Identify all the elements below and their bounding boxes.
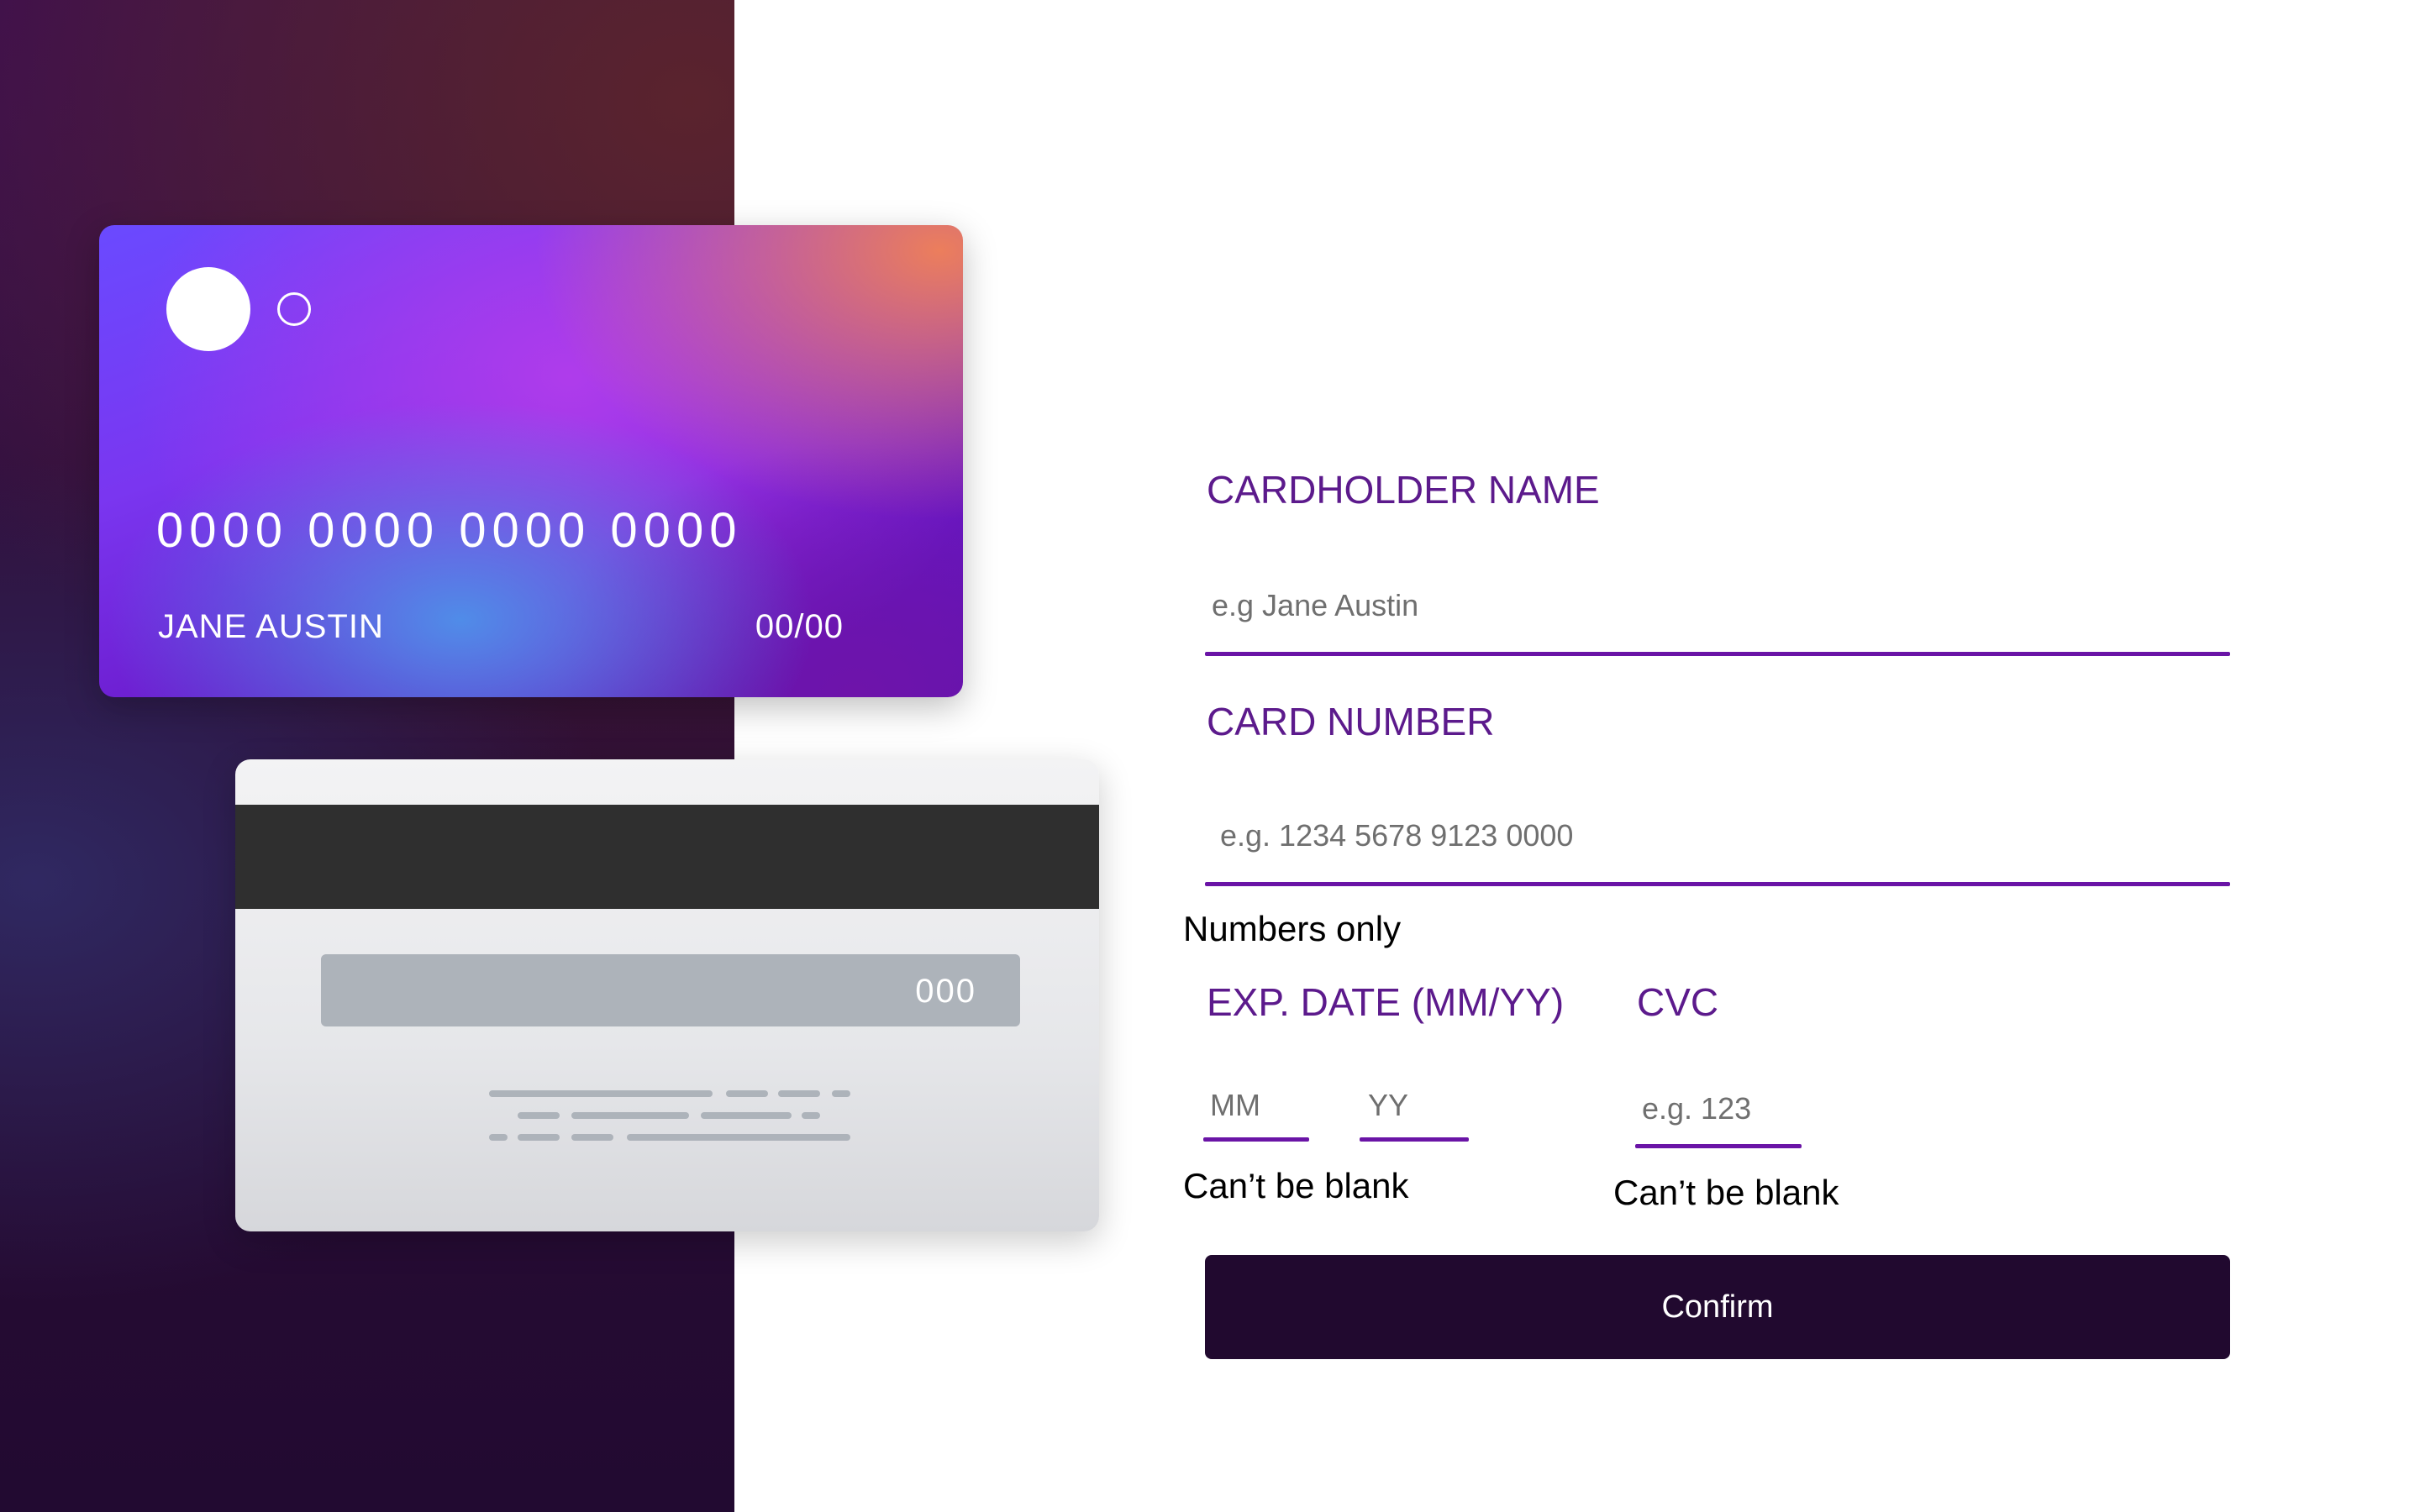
cvc-input[interactable] xyxy=(1642,1089,1793,1129)
card-logo-outline-circle xyxy=(277,292,311,326)
card-back-pattern-line xyxy=(701,1112,792,1119)
magnetic-stripe xyxy=(235,805,1099,909)
card-back-pattern-line xyxy=(489,1090,713,1097)
card-back-pattern-line xyxy=(571,1134,613,1141)
card-back-pattern-line xyxy=(802,1112,820,1119)
cardholder-name-underline xyxy=(1205,652,2230,656)
card-logo-filled-circle xyxy=(166,267,250,351)
page: 0000 0000 0000 0000 JANE AUSTIN 00/00 00… xyxy=(0,0,2420,1512)
card-back-cvc: 000 xyxy=(915,973,976,1010)
cvc-label: CVC xyxy=(1637,980,1719,1024)
expiry-helper-text: Can’t be blank xyxy=(1183,1166,1409,1205)
card-front-number: 0000 0000 0000 0000 xyxy=(156,503,743,558)
expiry-year-input[interactable] xyxy=(1368,1085,1460,1126)
cvc-helper-text: Can’t be blank xyxy=(1613,1173,1839,1212)
card-back-pattern-line xyxy=(778,1090,820,1097)
card-number-label: CARD NUMBER xyxy=(1207,700,1495,743)
confirm-button[interactable]: Confirm xyxy=(1205,1255,2230,1359)
card-back-pattern-line xyxy=(489,1134,508,1141)
card-number-input[interactable] xyxy=(1220,815,2220,857)
card-back-pattern-line xyxy=(832,1090,850,1097)
card-front-name: JANE AUSTIN xyxy=(158,608,384,645)
card-front: 0000 0000 0000 0000 JANE AUSTIN 00/00 xyxy=(99,225,963,697)
cardholder-name-label: CARDHOLDER NAME xyxy=(1207,468,1600,512)
card-number-helper-text: Numbers only xyxy=(1183,909,1402,948)
card-front-expiry: 00/00 xyxy=(755,608,844,645)
expiry-month-underline xyxy=(1203,1137,1309,1142)
cvc-underline xyxy=(1635,1144,1802,1148)
expiry-month-input[interactable] xyxy=(1210,1085,1302,1126)
card-back-pattern-line xyxy=(518,1134,560,1141)
card-back: 000 xyxy=(235,759,1099,1231)
expiry-date-label: EXP. DATE (MM/YY) xyxy=(1207,980,1565,1024)
card-back-pattern-line xyxy=(627,1134,850,1141)
signature-strip: 000 xyxy=(321,954,1020,1026)
card-back-pattern-line xyxy=(518,1112,560,1119)
cardholder-name-input[interactable] xyxy=(1212,585,2220,627)
card-number-underline xyxy=(1205,882,2230,886)
card-back-pattern-line xyxy=(726,1090,768,1097)
card-back-pattern-line xyxy=(571,1112,689,1119)
expiry-year-underline xyxy=(1360,1137,1469,1142)
